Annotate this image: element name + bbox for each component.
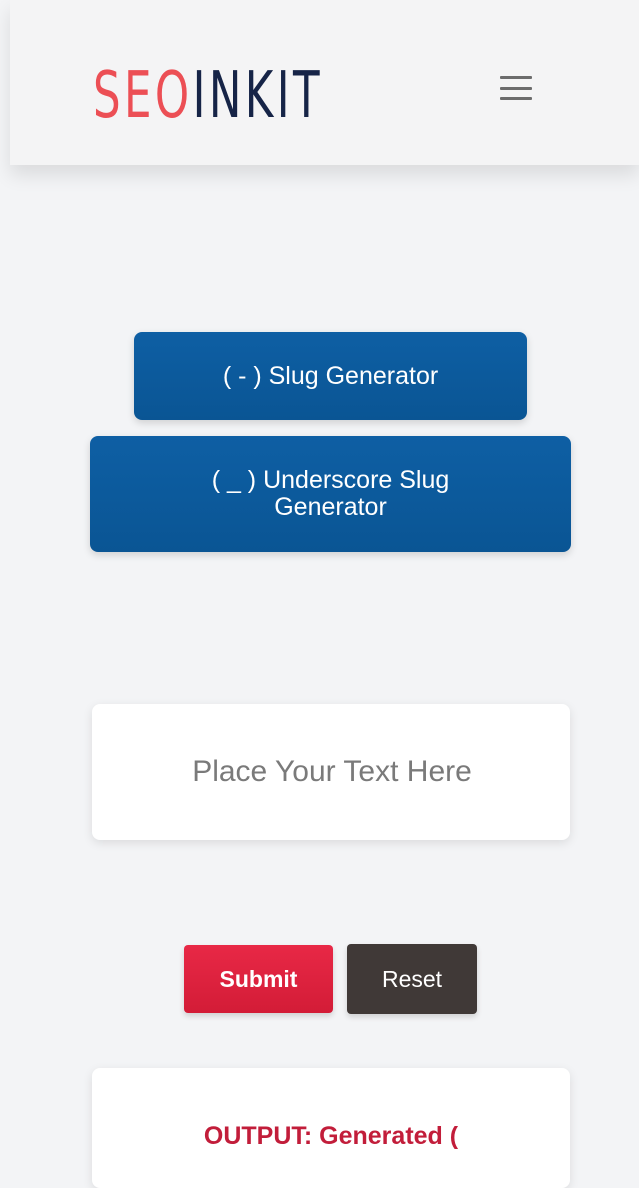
slug-generator-button[interactable]: ( - ) Slug Generator bbox=[134, 332, 527, 420]
text-input[interactable] bbox=[162, 740, 502, 804]
logo-inkit-text: INKIT bbox=[192, 59, 323, 133]
reset-button[interactable]: Reset bbox=[347, 944, 477, 1014]
underscore-slug-generator-button[interactable]: ( _ ) Underscore Slug Generator bbox=[90, 436, 571, 552]
site-header: SEO INKIT bbox=[10, 0, 639, 165]
menu-line-middle bbox=[500, 86, 532, 90]
hamburger-menu-icon[interactable] bbox=[500, 74, 532, 102]
site-logo[interactable]: SEO INKIT bbox=[93, 48, 323, 128]
logo-seo-text: SEO bbox=[93, 59, 193, 133]
text-input-card bbox=[92, 704, 570, 840]
menu-line-bottom bbox=[500, 97, 532, 100]
menu-line-top bbox=[500, 76, 532, 79]
submit-button[interactable]: Submit bbox=[184, 945, 333, 1013]
output-card: OUTPUT: Generated ( bbox=[92, 1068, 570, 1188]
output-label: OUTPUT: Generated ( bbox=[203, 1122, 459, 1150]
